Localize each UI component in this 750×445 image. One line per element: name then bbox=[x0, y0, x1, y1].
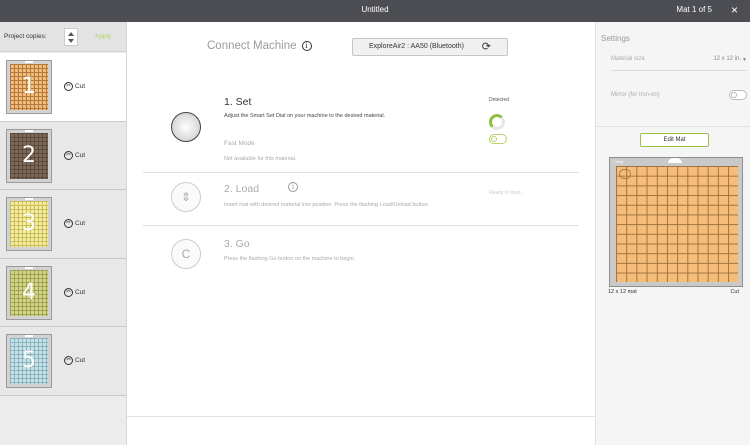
apply-button[interactable]: Apply bbox=[95, 33, 111, 40]
close-icon[interactable]: × bbox=[731, 3, 738, 17]
cut-label: ✂ Cut bbox=[64, 219, 86, 228]
smart-set-dial-icon bbox=[171, 112, 201, 142]
mat-thumbnail: 1 bbox=[6, 60, 52, 114]
material-size-row[interactable]: Material size 12 x 12 in. ▼ bbox=[611, 56, 747, 63]
step-load: ⇕ 2. Load i Insert mat with desired mate… bbox=[143, 180, 579, 220]
mat-preview: Cricut bbox=[609, 157, 743, 287]
cut-icon: ✂ bbox=[64, 82, 73, 91]
project-copies-bar: Project copies: Apply bbox=[0, 22, 126, 52]
mat-thumbnail: 2 bbox=[6, 128, 52, 183]
detected-label: Detected bbox=[489, 97, 510, 103]
device-label: ExploreAir2 : AA50 (Bluetooth) bbox=[369, 43, 464, 50]
mat-number: 2 bbox=[22, 142, 36, 168]
mat-number: 4 bbox=[22, 279, 36, 305]
divider bbox=[611, 70, 747, 71]
window-title: Untitled bbox=[361, 5, 389, 14]
info-icon[interactable]: i bbox=[301, 41, 312, 51]
mat-item-4[interactable]: 4 ✂ Cut bbox=[0, 258, 126, 327]
project-copies-label: Project copies: bbox=[4, 33, 47, 40]
project-copies-stepper[interactable] bbox=[64, 28, 78, 46]
fast-mode-label: Fast Mode bbox=[224, 140, 255, 147]
settings-title: Settings bbox=[601, 34, 630, 43]
title-bar: Untitled Mat 1 of 5 × bbox=[0, 0, 750, 22]
cut-icon: ✂ bbox=[64, 356, 73, 365]
stepper-down-icon[interactable] bbox=[68, 39, 74, 43]
cut-label: ✂ Cut bbox=[64, 82, 86, 91]
fast-mode-toggle[interactable] bbox=[489, 134, 507, 144]
step-set: 1. Set Adjust the Smart Set Dial on your… bbox=[143, 94, 579, 170]
step-set-desc: Adjust the Smart Set Dial on your machin… bbox=[224, 113, 386, 119]
mat-thumbnail: 5 bbox=[6, 334, 52, 388]
mirror-toggle[interactable] bbox=[729, 90, 747, 100]
edit-mat-button[interactable]: Edit Mat bbox=[640, 133, 709, 147]
mat-brand-label: Cricut bbox=[613, 159, 624, 164]
connect-title: Connect Machine bbox=[207, 40, 297, 52]
mat-notch bbox=[668, 158, 682, 163]
mat-counter: Mat 1 of 5 bbox=[676, 5, 712, 14]
cut-shape bbox=[619, 169, 631, 179]
divider bbox=[596, 126, 750, 127]
step-set-title: 1. Set bbox=[224, 96, 252, 108]
cut-icon: ✂ bbox=[64, 287, 73, 297]
loading-spinner-icon bbox=[489, 114, 505, 130]
sync-icon: ⟳ bbox=[481, 41, 491, 53]
step-go-desc: Press the flashing Go button on the mach… bbox=[224, 256, 356, 262]
connect-panel: Connect Machine i ExploreAir2 : AA50 (Bl… bbox=[127, 22, 595, 416]
material-size-value[interactable]: 12 x 12 in. bbox=[713, 56, 741, 62]
mat-item-3[interactable]: 3 ✂ Cut bbox=[0, 190, 126, 259]
mat-grid bbox=[616, 166, 738, 282]
cut-icon: ✂ bbox=[64, 219, 73, 228]
mat-mode-caption: Cut bbox=[730, 289, 739, 295]
mat-size-caption: 12 x 12 mat bbox=[608, 289, 637, 295]
mat-number: 3 bbox=[22, 211, 36, 236]
mat-thumbnail: 4 bbox=[6, 265, 52, 320]
settings-panel: Settings Material size 12 x 12 in. ▼ Mir… bbox=[595, 22, 750, 445]
fast-mode-desc: Not available for this material. bbox=[224, 156, 297, 162]
material-size-label: Material size bbox=[611, 56, 645, 62]
mat-item-1[interactable]: 1 ✂ Cut bbox=[0, 53, 126, 122]
mat-list: 1 ✂ Cut 2 ✂ Cut 3 ✂ Cut 4 ✂ Cut 5 ✂ Cut bbox=[0, 53, 126, 396]
chevron-down-icon[interactable]: ▼ bbox=[742, 57, 747, 63]
mirror-row: Mirror (for iron-on) bbox=[611, 90, 747, 100]
step-go-title: 3. Go bbox=[224, 238, 250, 250]
divider bbox=[143, 225, 579, 226]
cut-label: ✂ Cut bbox=[64, 150, 86, 160]
go-icon: C bbox=[171, 239, 201, 269]
bottom-bar bbox=[127, 416, 595, 445]
divider bbox=[143, 172, 579, 173]
step-load-desc: Insert mat with desired material into po… bbox=[224, 202, 430, 208]
mat-number: 5 bbox=[22, 348, 36, 373]
ready-to-load-label: Ready to load... bbox=[489, 190, 525, 196]
load-arrows-icon: ⇕ bbox=[171, 182, 201, 212]
mat-thumbnail: 3 bbox=[6, 197, 52, 251]
stepper-up-icon[interactable] bbox=[68, 32, 74, 36]
device-select-button[interactable]: ExploreAir2 : AA50 (Bluetooth) ⟳ bbox=[352, 38, 508, 56]
mat-number: 1 bbox=[22, 74, 36, 99]
load-info-icon[interactable]: i bbox=[288, 182, 298, 192]
mat-item-2[interactable]: 2 ✂ Cut bbox=[0, 121, 126, 190]
connect-heading: Connect Machine i bbox=[207, 40, 312, 52]
mat-item-5[interactable]: 5 ✂ Cut bbox=[0, 327, 126, 396]
cut-label: ✂ Cut bbox=[64, 356, 86, 365]
cut-label: ✂ Cut bbox=[64, 287, 86, 297]
mirror-label: Mirror (for iron-on) bbox=[611, 92, 660, 98]
step-load-title: 2. Load bbox=[224, 183, 260, 195]
cut-icon: ✂ bbox=[64, 150, 73, 160]
mat-sidebar: Project copies: Apply 1 ✂ Cut 2 ✂ Cut 3 ✂ C… bbox=[0, 22, 127, 445]
step-go: C 3. Go Press the flashing Go button on … bbox=[143, 233, 579, 273]
